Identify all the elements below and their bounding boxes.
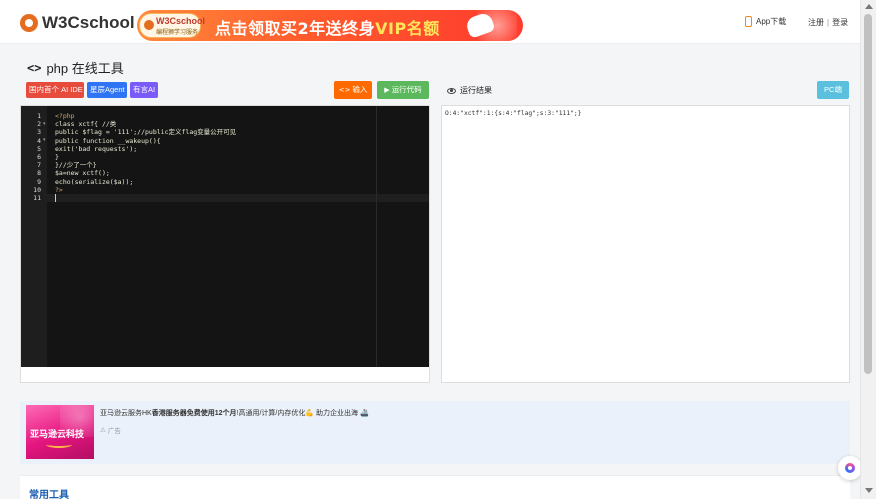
assistant-icon: [845, 463, 855, 473]
floating-assistant-button[interactable]: [838, 456, 862, 480]
result-header-label: 运行结果: [460, 86, 492, 95]
common-tools-title: 常用工具: [29, 490, 69, 499]
line-number: 8: [37, 169, 41, 178]
code-line: }: [55, 153, 59, 161]
banner-headline-vip: VIP名额: [375, 19, 440, 38]
page-title: <> php 在线工具: [27, 58, 124, 77]
print-margin: [376, 106, 377, 367]
app-download-link[interactable]: App下载: [745, 16, 786, 27]
scroll-down-icon[interactable]: [865, 488, 873, 493]
code-line: echo(serialize($a));: [55, 177, 134, 186]
register-link[interactable]: 注册: [808, 18, 824, 27]
input-button[interactable]: <> 输入: [334, 81, 372, 99]
ai-ide-chip[interactable]: 国内首个 AI IDE: [26, 82, 84, 98]
code-icon: <>: [27, 60, 42, 75]
login-link[interactable]: 登录: [832, 18, 848, 27]
line-number: 3: [37, 128, 41, 137]
agent-chip[interactable]: 星辰Agent: [87, 82, 127, 98]
warning-icon: ⚠: [100, 426, 106, 434]
code-line: <?php: [55, 112, 75, 120]
editor-gutter: 1 2 ▾ 3 4 ▾ 5 6 7 8 9 10 11: [21, 106, 47, 367]
text-cursor: [55, 194, 56, 202]
code-line: public function __wakeup(){: [55, 136, 161, 145]
ad-description[interactable]: 亚马逊云服务HK香港服务器免费使用12个月!高通用/计算/内存优化💪 助力企业出…: [100, 408, 369, 418]
banner-headline: 点击领取买2年送终身VIP名额: [215, 15, 440, 39]
pc-mode-button[interactable]: PC端: [817, 81, 849, 99]
line-number: 6: [37, 153, 41, 161]
page-scrollbar[interactable]: [860, 0, 876, 499]
result-output: O:4:"xctf":1:{s:4:"flag";s:3:"111";}: [445, 110, 582, 117]
run-code-button[interactable]: ▶ 运行代码: [377, 81, 429, 99]
line-number: 5: [37, 144, 41, 153]
line-number: 10: [33, 185, 41, 194]
active-line-highlight: [47, 194, 429, 203]
fold-icon[interactable]: ▾: [43, 137, 46, 143]
code-line: public $flag = '111';//public定义flag变量公开可…: [55, 128, 237, 137]
youyan-ai-chip[interactable]: 有言AI: [130, 82, 158, 98]
badge-title: W3Cschool: [156, 16, 206, 26]
code-line: }//少了一个}: [55, 161, 97, 170]
run-code-label: 运行代码: [391, 85, 422, 94]
badge-logo-icon: [144, 20, 154, 30]
badge-subtitle: 编程狮学习服务: [156, 30, 199, 36]
logo-text: W3Cschool: [42, 13, 135, 32]
ad-tag: ⚠ 广告: [100, 425, 121, 435]
site-logo[interactable]: W3Cschool: [20, 12, 135, 34]
code-line: $a=new xctf();: [55, 169, 110, 178]
promo-banner[interactable]: W3Cschool 编程狮学习服务 点击领取买2年送终身VIP名额: [137, 10, 523, 41]
code-editor[interactable]: 1 2 ▾ 3 4 ▾ 5 6 7 8 9 10 11 <?php class …: [21, 106, 429, 367]
line-number: 2: [37, 120, 41, 129]
page-title-text: php 在线工具: [46, 61, 124, 76]
logo-icon: [20, 14, 38, 32]
line-number: 1: [37, 112, 41, 120]
line-number: 11: [33, 194, 41, 202]
phone-icon: [745, 16, 752, 27]
scroll-thumb[interactable]: [864, 14, 872, 374]
code-line: ?>: [55, 185, 63, 194]
play-icon: ▶: [384, 86, 390, 94]
auth-links: 注册 | 登录: [808, 17, 848, 28]
ad-tag-label: 广告: [107, 428, 121, 435]
code-line: exit('bad requests');: [55, 144, 138, 153]
result-header: 运行结果: [447, 85, 492, 96]
banner-headline-main: 点击领取买2年送终身: [215, 19, 376, 38]
smile-arrow-icon: [46, 441, 72, 448]
ad-desc-post: !高通用/计算/内存优化💪 助力企业出海 🚢: [236, 410, 369, 417]
app-download-label: App下载: [756, 17, 787, 26]
eye-icon: [447, 87, 456, 94]
ad-desc-bold: 香港服务器免费使用12个月: [151, 410, 237, 417]
input-button-label: 输入: [352, 85, 368, 94]
line-number: 9: [37, 177, 41, 186]
code-editor-panel[interactable]: 1 2 ▾ 3 4 ▾ 5 6 7 8 9 10 11 <?php class …: [20, 105, 430, 383]
auth-separator: |: [827, 18, 830, 27]
ad-banner[interactable]: 亚马逊云科技 亚马逊云服务HK香港服务器免费使用12个月!高通用/计算/内存优化…: [20, 401, 850, 464]
line-number: 7: [37, 161, 41, 170]
line-number: 4: [37, 136, 41, 145]
banner-badge: W3Cschool 编程狮学习服务: [139, 13, 205, 38]
common-tools-card: 常用工具: [20, 475, 850, 499]
code-icon: <>: [338, 86, 351, 94]
ad-image[interactable]: 亚马逊云科技: [26, 405, 94, 459]
top-header: W3Cschool W3Cschool 编程狮学习服务 点击领取买2年送终身VI…: [0, 0, 860, 44]
ad-image-title: 亚马逊云科技: [30, 429, 85, 439]
fold-icon[interactable]: ▾: [43, 121, 46, 127]
scroll-up-icon[interactable]: [865, 4, 873, 9]
result-panel: O:4:"xctf":1:{s:4:"flag";s:3:"111";}: [441, 105, 850, 383]
ad-desc-pre: 亚马逊云服务HK: [100, 410, 152, 417]
